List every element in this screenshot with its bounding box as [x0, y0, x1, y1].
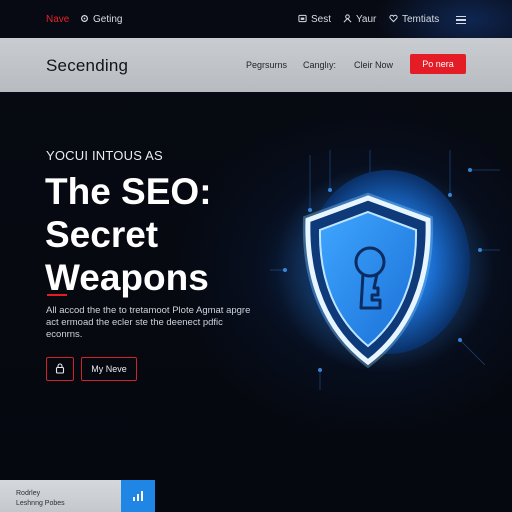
header-link-programs[interactable]: Pegrsurns: [246, 60, 287, 70]
shield-icon: [270, 145, 500, 390]
lock-icon: [55, 362, 65, 376]
bottom-info-card: Rodrley Leshnng Pobes: [0, 480, 155, 512]
bar-chart-button[interactable]: [121, 480, 155, 512]
hero-eyebrow: YOCUI INTOUS AS: [46, 148, 163, 163]
header-bar: Secending Pegrsurns Canglıy: Cleir Now P…: [0, 38, 512, 92]
hamburger-menu-icon[interactable]: [456, 16, 466, 24]
top-nav: Nave Geting Sest Yaur Temtiats: [0, 0, 512, 38]
page: Nave Geting Sest Yaur Temtiats Secending…: [0, 0, 512, 512]
nav-item-templates[interactable]: Temtiats: [389, 14, 439, 25]
nav-item-yaur[interactable]: Yaur: [343, 14, 376, 25]
gear-icon: [80, 14, 89, 25]
headline-line-2: Secret: [45, 214, 159, 255]
headline-line-1: The SEO:: [45, 171, 212, 212]
nav-item-label: Yaur: [356, 14, 377, 25]
security-shield-illustration: [270, 145, 500, 390]
hero-headline: The SEO: Secret Weapons: [45, 170, 212, 299]
nav-item-label: Nave: [46, 14, 70, 25]
brand-logo[interactable]: Secending: [46, 56, 128, 76]
menu-icon-bars: [456, 16, 466, 24]
nav-item-getting[interactable]: Geting: [80, 14, 122, 25]
header-cta-button[interactable]: Po nera: [410, 54, 466, 74]
nav-item-home[interactable]: Nave: [46, 14, 69, 25]
hero-description: All accod the the to tretamoot Plote Agm…: [46, 305, 251, 340]
bottom-card-subtitle: Leshnng Pobes: [16, 500, 65, 507]
heart-icon: [389, 14, 398, 25]
nav-item-label: Sest: [311, 14, 332, 25]
my-neve-button[interactable]: My Neve: [81, 357, 137, 381]
nav-item-sest[interactable]: Sest: [298, 14, 331, 25]
header-link-contact[interactable]: Cleir Now: [354, 60, 393, 70]
headline-line-3: Weapons: [45, 257, 209, 298]
bar-chart-icon: [133, 491, 143, 501]
nav-item-label: Geting: [93, 14, 123, 25]
accent-divider: [47, 294, 67, 296]
bottom-card-title: Rodrley: [16, 490, 41, 497]
header-link-category[interactable]: Canglıy:: [303, 60, 336, 70]
lock-icon-button[interactable]: [46, 357, 74, 381]
nav-item-label: Temtiats: [402, 14, 440, 25]
person-icon: [343, 14, 352, 25]
calendar-icon: [298, 14, 307, 25]
